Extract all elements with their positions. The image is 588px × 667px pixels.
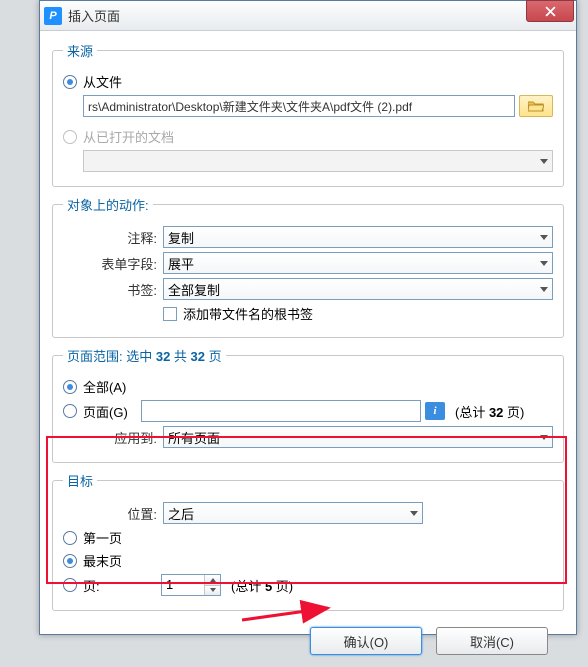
- range-group: 页面范围: 选中 32 共 32 页 全部(A) 页面(G) i (总计 32 …: [52, 346, 564, 463]
- from-open-docs-radio[interactable]: [63, 130, 77, 144]
- dialog-window: P 插入页面 来源 从文件: [39, 0, 577, 635]
- titlebar: P 插入页面: [40, 1, 576, 31]
- spinner-down[interactable]: [205, 586, 220, 596]
- browse-button[interactable]: [519, 95, 553, 117]
- open-docs-select: [83, 150, 553, 172]
- bookmarks-value: 全部复制: [168, 280, 220, 299]
- chevron-down-icon: [540, 235, 548, 240]
- pages-radio[interactable]: [63, 404, 77, 418]
- pages-label: 页面(G): [83, 402, 141, 421]
- chevron-down-icon: [410, 511, 418, 516]
- dest-group: 目标 位置: 之后 第一页 最末页 页: 1: [52, 471, 564, 611]
- from-file-radio[interactable]: [63, 75, 77, 89]
- actions-legend: 对象上的动作:: [63, 195, 153, 214]
- root-bookmark-checkbox[interactable]: [163, 307, 177, 321]
- form-fields-label: 表单字段:: [63, 254, 163, 273]
- ok-button[interactable]: 确认(O): [310, 627, 422, 655]
- file-path-input[interactable]: [83, 95, 515, 117]
- page-number-spinner[interactable]: 1: [161, 574, 221, 596]
- first-page-radio[interactable]: [63, 531, 77, 545]
- chevron-down-icon: [540, 261, 548, 266]
- chevron-down-icon: [540, 435, 548, 440]
- range-legend: 页面范围: 选中 32 共 32 页: [63, 346, 226, 365]
- position-label: 位置:: [63, 504, 163, 523]
- last-page-radio[interactable]: [63, 554, 77, 568]
- first-page-label: 第一页: [83, 528, 122, 547]
- bookmarks-label: 书签:: [63, 280, 163, 299]
- range-total: (总计 32 页): [455, 402, 524, 421]
- annotations-select[interactable]: 复制: [163, 226, 553, 248]
- annotation-arrow-icon: [240, 596, 340, 626]
- cancel-button[interactable]: 取消(C): [436, 627, 548, 655]
- source-group: 来源 从文件 从已打开的文档: [52, 41, 564, 187]
- form-fields-select[interactable]: 展平: [163, 252, 553, 274]
- all-pages-label: 全部(A): [83, 377, 126, 396]
- close-button[interactable]: [526, 0, 574, 22]
- folder-icon: [528, 100, 544, 112]
- page-number-radio[interactable]: [63, 578, 77, 592]
- form-fields-value: 展平: [168, 254, 194, 273]
- page-number-label: 页:: [83, 576, 107, 595]
- position-value: 之后: [168, 504, 194, 523]
- root-bookmark-label: 添加带文件名的根书签: [183, 304, 313, 323]
- apply-to-value: 所有页面: [168, 428, 220, 447]
- page-number-value: 1: [162, 575, 204, 595]
- close-icon: [545, 6, 556, 17]
- actions-group: 对象上的动作: 注释: 复制 表单字段: 展平 书签: 全部复制: [52, 195, 564, 338]
- annotations-label: 注释:: [63, 228, 163, 247]
- from-open-docs-label: 从已打开的文档: [83, 127, 174, 146]
- position-select[interactable]: 之后: [163, 502, 423, 524]
- info-icon[interactable]: i: [425, 402, 445, 420]
- last-page-label: 最末页: [83, 551, 122, 570]
- chevron-down-icon: [540, 287, 548, 292]
- from-file-label: 从文件: [83, 72, 122, 91]
- pages-input[interactable]: [141, 400, 421, 422]
- bookmarks-select[interactable]: 全部复制: [163, 278, 553, 300]
- all-pages-radio[interactable]: [63, 380, 77, 394]
- window-title: 插入页面: [68, 6, 572, 25]
- annotations-value: 复制: [168, 228, 194, 247]
- app-icon: P: [44, 7, 62, 25]
- dest-legend: 目标: [63, 471, 97, 490]
- apply-to-select[interactable]: 所有页面: [163, 426, 553, 448]
- spinner-up[interactable]: [205, 575, 220, 586]
- dest-total: (总计 5 页): [231, 576, 293, 595]
- source-legend: 来源: [63, 41, 97, 60]
- apply-to-label: 应用到:: [63, 428, 163, 447]
